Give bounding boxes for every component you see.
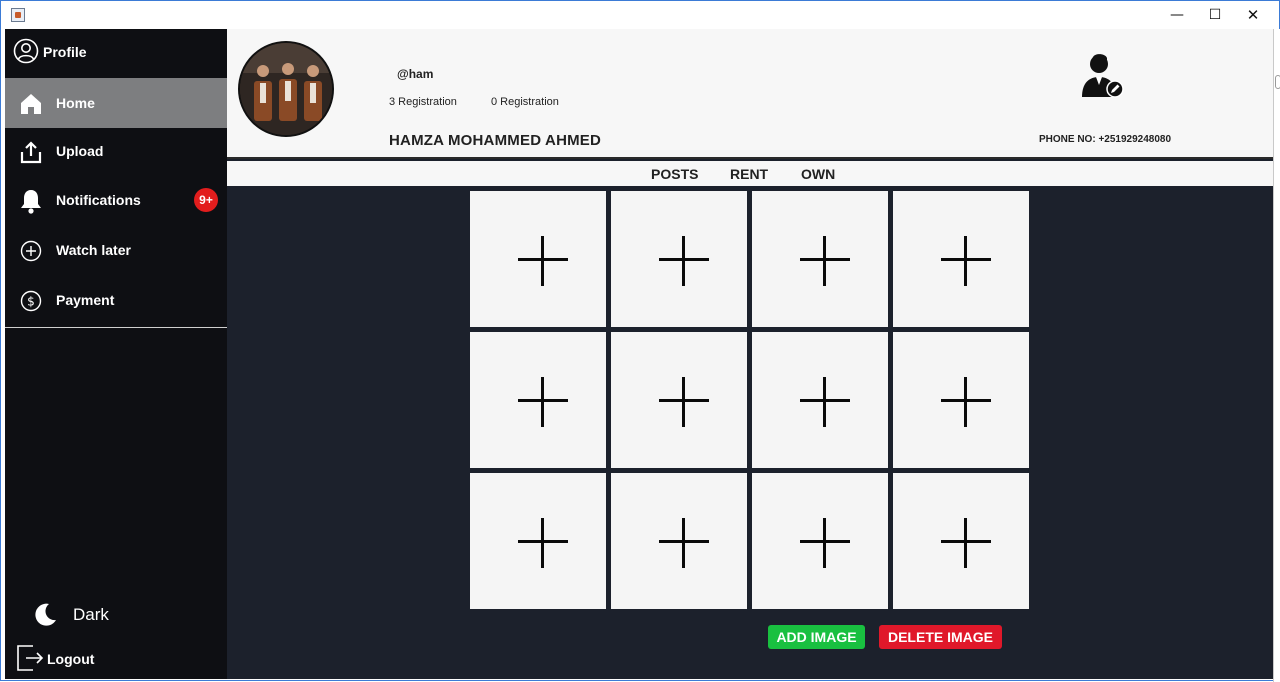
svg-text:$: $: [27, 295, 35, 309]
image-slot[interactable]: [470, 332, 606, 468]
delete-image-button[interactable]: DELETE IMAGE: [879, 625, 1002, 649]
image-slot[interactable]: [893, 473, 1029, 609]
profile-header: @ham 3 Registration 0 Registration HAMZA…: [227, 29, 1273, 159]
sidebar-item-label: Home: [56, 95, 95, 111]
sidebar-item-profile[interactable]: Profile: [5, 29, 227, 75]
edge-marker: [1275, 75, 1280, 89]
maximize-icon: ☐: [1208, 7, 1222, 23]
image-slot[interactable]: [752, 473, 888, 609]
registration-count-right: 0 Registration: [491, 96, 559, 108]
image-slot[interactable]: [611, 332, 747, 468]
main-panel: @ham 3 Registration 0 Registration HAMZA…: [227, 29, 1273, 679]
image-slot[interactable]: [752, 191, 888, 327]
user-handle: @ham: [397, 67, 434, 81]
title-bar: — ☐ ✕: [1, 1, 1279, 29]
close-button[interactable]: ✕: [1233, 1, 1273, 29]
upload-icon: [18, 139, 44, 165]
minimize-button[interactable]: —: [1157, 1, 1197, 29]
tab-posts[interactable]: POSTS: [651, 166, 698, 182]
tab-own[interactable]: OWN: [801, 166, 835, 182]
sidebar-item-watch-later[interactable]: Watch later: [5, 225, 227, 275]
java-cup-icon: [11, 8, 25, 22]
theme-label: Dark: [73, 605, 109, 624]
sidebar-item-label: Notifications: [56, 192, 141, 208]
logout-label: Logout: [47, 651, 95, 667]
sidebar-divider: [5, 327, 227, 328]
image-slot[interactable]: [470, 473, 606, 609]
sidebar-item-label: Upload: [56, 143, 104, 159]
tab-rent[interactable]: RENT: [730, 166, 768, 182]
background-window-edge: [1273, 29, 1280, 682]
image-slot[interactable]: [470, 191, 606, 327]
sidebar-item-home[interactable]: Home: [5, 78, 227, 128]
maximize-button[interactable]: ☐: [1195, 1, 1235, 29]
sidebar-item-upload[interactable]: Upload: [5, 126, 227, 176]
home-icon: [18, 91, 44, 117]
registration-count-left: 3 Registration: [389, 96, 457, 108]
image-slot[interactable]: [611, 473, 747, 609]
image-slot[interactable]: [893, 191, 1029, 327]
image-grid: [470, 191, 1030, 611]
app-window: — ☐ ✕ Profile Home Upload Notifications …: [0, 0, 1280, 682]
content-tabs: POSTS RENT OWN: [227, 161, 1273, 186]
image-slot[interactable]: [611, 191, 747, 327]
sidebar-item-payment[interactable]: $ Payment: [5, 275, 227, 325]
plus-circle-icon: [18, 238, 44, 264]
avatar[interactable]: [238, 41, 334, 137]
theme-toggle[interactable]: Dark: [25, 601, 225, 631]
add-image-button[interactable]: ADD IMAGE: [768, 625, 865, 649]
close-icon: ✕: [1246, 6, 1260, 24]
logout-button[interactable]: Logout: [15, 643, 215, 675]
image-slot[interactable]: [893, 332, 1029, 468]
sidebar-item-label: Watch later: [56, 242, 131, 258]
sidebar-item-label: Profile: [43, 44, 87, 60]
dollar-circle-icon: $: [18, 288, 44, 314]
sidebar: Profile Home Upload Notifications 9+ Wat…: [5, 29, 227, 679]
image-slot[interactable]: [752, 332, 888, 468]
phone-number: PHONE NO: +251929248080: [1039, 134, 1172, 145]
edit-user-icon[interactable]: [1079, 51, 1127, 99]
minimize-icon: —: [1170, 7, 1184, 23]
notification-badge: 9+: [194, 188, 218, 212]
user-full-name: HAMZA MOHAMMED AHMED: [389, 132, 602, 149]
logout-icon: [15, 643, 45, 678]
moon-icon: [31, 601, 59, 634]
sidebar-item-label: Payment: [56, 292, 115, 308]
user-circle-icon: [13, 38, 39, 64]
bell-icon: [18, 188, 44, 214]
